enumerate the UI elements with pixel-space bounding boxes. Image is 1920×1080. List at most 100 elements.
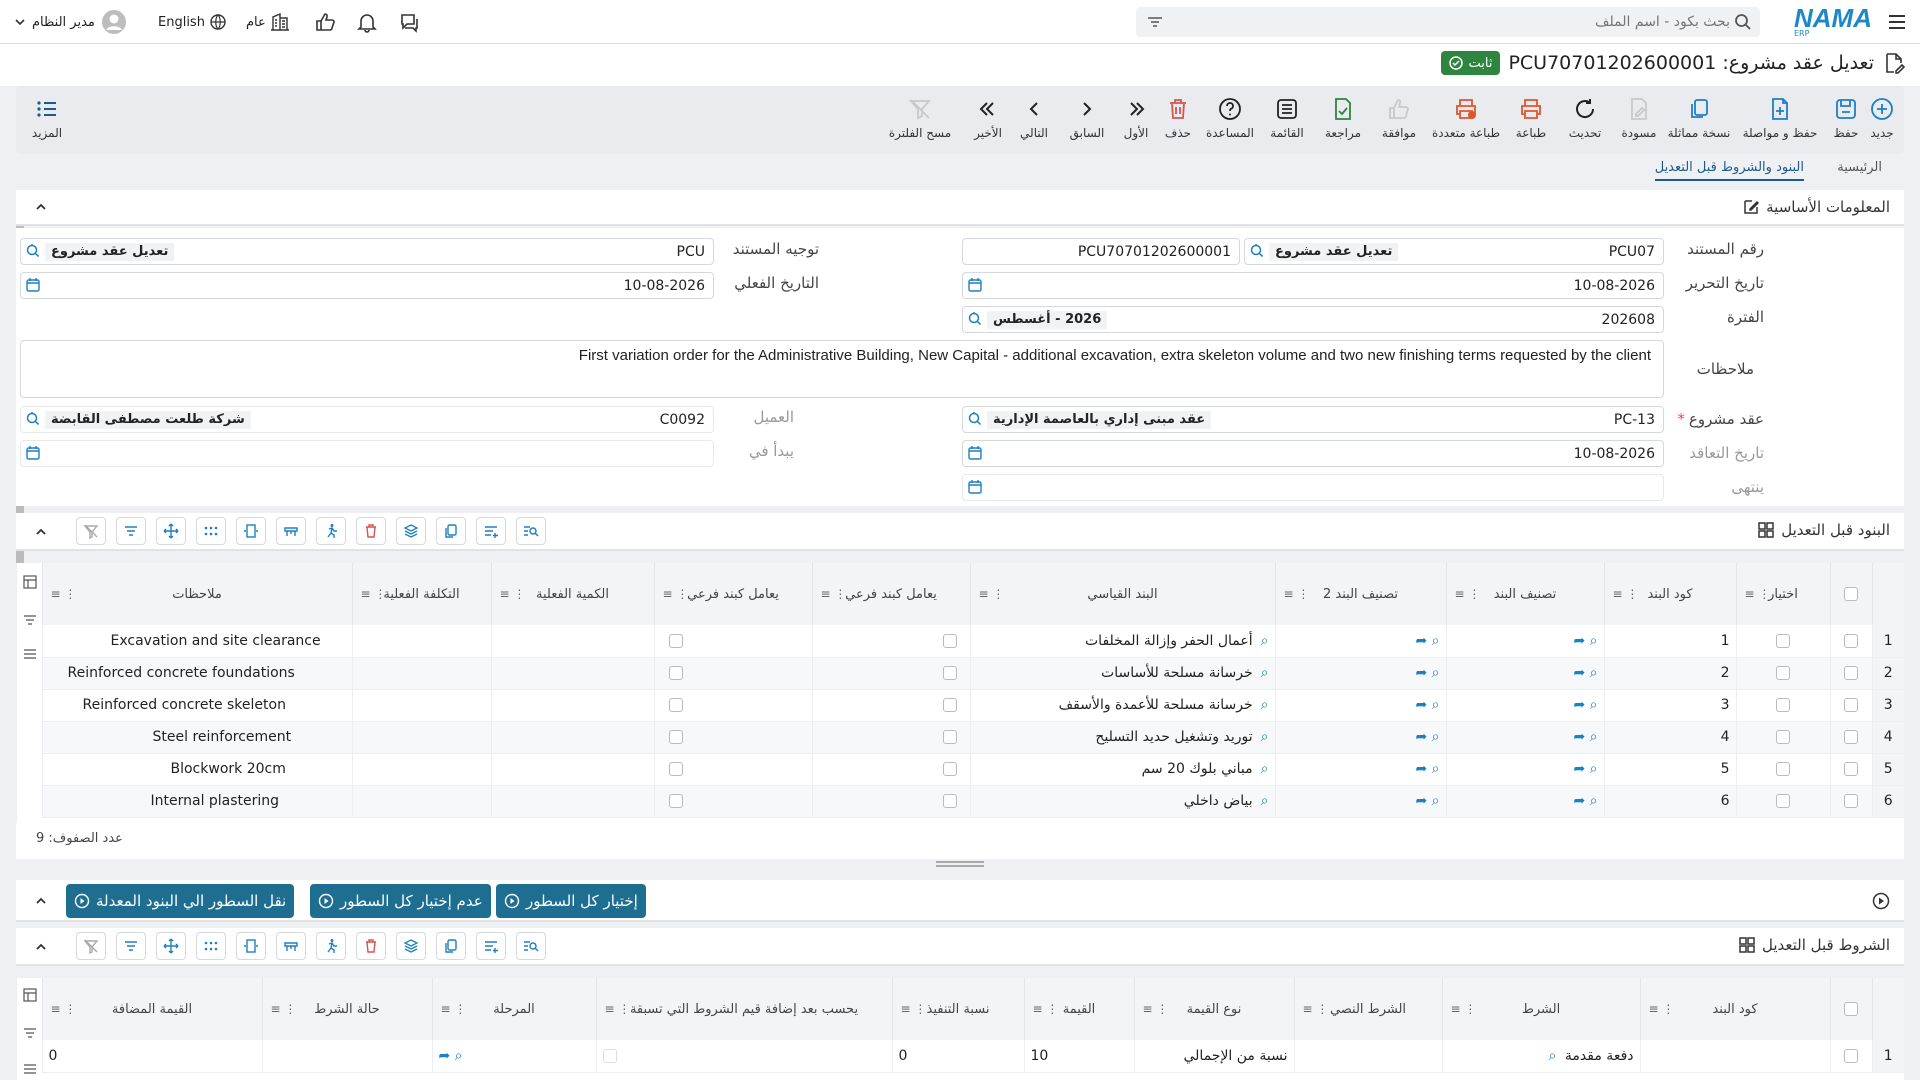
value-cell[interactable]: 10 (1023, 1040, 1134, 1073)
chat-icon[interactable] (398, 0, 420, 44)
item-code-cell[interactable]: 1 (1603, 625, 1736, 658)
select-cell[interactable] (1735, 753, 1830, 786)
row-checkbox-cell[interactable] (1829, 721, 1872, 754)
runner-icon[interactable] (316, 932, 346, 960)
col-condition[interactable]: الشرط ⋮ ≡ (1441, 978, 1640, 1040)
item-code-cell[interactable] (1639, 1040, 1830, 1073)
tool-help[interactable]: المساعدة (1200, 96, 1260, 140)
contract-date-field[interactable]: 10-08-2026 (962, 440, 1664, 467)
actual-cost-cell[interactable] (351, 753, 491, 786)
condition-status-cell[interactable] (261, 1040, 432, 1073)
standard-item-cell[interactable]: ⌕أعمال الحفر وإزالة المخلفات (969, 625, 1275, 658)
column-menu-icon[interactable]: ⋮ ≡ (51, 587, 77, 601)
language-selector[interactable]: English (158, 0, 227, 44)
move-icon[interactable] (156, 932, 186, 960)
table-row[interactable]: 3 3 ⌕ ➦ ⌕ ➦ ⌕خرسانة مسلحة للأعمدة والأسق… (41, 689, 1904, 722)
calc-after-checkbox[interactable] (602, 1048, 617, 1063)
sub-item-checkbox[interactable] (942, 730, 957, 744)
lookup-link-icons[interactable]: ⌕ ➦ (1573, 665, 1597, 681)
dots-grid-icon[interactable] (196, 517, 226, 545)
select-cell[interactable] (1735, 721, 1830, 754)
client-field[interactable]: C0092 شركة طلعت مصطفى القابضة (20, 406, 714, 433)
item-class-2-cell[interactable]: ⌕ ➦ (1274, 689, 1446, 722)
sub-item-checkbox[interactable] (942, 794, 957, 808)
move-icon[interactable] (156, 517, 186, 545)
resize-handle[interactable] (936, 861, 984, 867)
column-menu-icon[interactable]: ⋮ ≡ (605, 1002, 631, 1016)
tool-last[interactable]: الأخير (968, 96, 1008, 140)
column-menu-icon[interactable]: ⋮ ≡ (271, 1002, 297, 1016)
play-circle-icon[interactable] (1872, 892, 1890, 910)
col-select[interactable]: اختيار ⋮ ≡ (1735, 563, 1830, 625)
execution-ratio-cell[interactable]: 0 (891, 1040, 1024, 1073)
col-sub-item-2[interactable]: يعامل كبند فرعي ⋮ ≡ (653, 563, 812, 625)
columns-icon[interactable] (23, 575, 37, 589)
standard-item-cell[interactable]: ⌕بياض داخلي (969, 785, 1275, 818)
col-notes[interactable]: ملاحظات ⋮ ≡ (41, 563, 352, 625)
lookup-link-icons[interactable]: ⌕ ➦ (1415, 665, 1439, 681)
column-menu-icon[interactable]: ⋮ ≡ (361, 587, 387, 601)
column-menu-icon[interactable]: ⋮ ≡ (441, 1002, 467, 1016)
table-row[interactable]: 4 4 ⌕ ➦ ⌕ ➦ ⌕توريد وتشغيل حديد التسليح S… (41, 721, 1904, 754)
edit-date-field[interactable]: 10-08-2026 (962, 272, 1664, 299)
row-checkbox[interactable] (1844, 730, 1858, 744)
sub-item-checkbox[interactable] (942, 698, 957, 712)
col-text-condition[interactable]: الشرط النصي ⋮ ≡ (1293, 978, 1442, 1040)
lookup-link-icons[interactable]: ⌕ ➦ (1573, 761, 1597, 777)
actual-qty-cell[interactable] (490, 721, 654, 754)
calc-after-cell[interactable] (595, 1040, 892, 1073)
delete-icon[interactable] (356, 517, 386, 545)
lookup-link-icons[interactable]: ⌕ ➦ (1573, 729, 1597, 745)
tab-items-terms[interactable]: البنود والشروط قبل التعديل (1654, 160, 1804, 181)
sub-item-1-cell[interactable] (811, 625, 970, 658)
tool-first[interactable]: الأول (1116, 96, 1156, 140)
select-cell[interactable] (1735, 657, 1830, 690)
column-menu-icon[interactable]: ⋮ ≡ (1033, 1002, 1059, 1016)
col-item-class[interactable]: تصنيف البند ⋮ ≡ (1445, 563, 1604, 625)
item-class-cell[interactable]: ⌕ ➦ (1445, 785, 1604, 818)
tool-save-continue[interactable]: حفظ و مواصلة (1736, 96, 1824, 140)
notes-cell[interactable]: Reinforced concrete foundations (41, 657, 352, 690)
tool-multi-print[interactable]: طباعة متعددة (1426, 96, 1506, 140)
doc-number-field[interactable]: PCU70701202600001 (962, 238, 1240, 265)
layers-icon[interactable] (396, 932, 426, 960)
search-input[interactable] (1194, 8, 1734, 36)
sub-item-checkbox[interactable] (942, 762, 957, 776)
period-field[interactable]: 202608 2026 - أغسطس (962, 306, 1664, 333)
select-cell[interactable] (1735, 625, 1830, 658)
column-menu-icon[interactable]: ⋮ ≡ (901, 1002, 927, 1016)
bell-icon[interactable] (356, 0, 378, 44)
filter-icon[interactable] (116, 932, 146, 960)
list-add-icon[interactable] (476, 517, 506, 545)
menu-lines-icon[interactable] (23, 1062, 37, 1076)
col-actual-qty[interactable]: الكمية الفعلية ⋮ ≡ (490, 563, 654, 625)
scope-selector[interactable]: عام (246, 0, 290, 44)
select-checkbox[interactable] (1776, 633, 1790, 648)
col-phase[interactable]: المرحلة ⋮ ≡ (431, 978, 596, 1040)
col-value-type[interactable]: نوع القيمة ⋮ ≡ (1133, 978, 1294, 1040)
search-icon[interactable] (1734, 13, 1752, 31)
notes-textarea[interactable]: First variation order for the Administra… (20, 340, 1664, 398)
doc-number-series-field[interactable]: PCU07 تعديل عقد مشروع (1244, 238, 1664, 265)
row-checkbox-cell[interactable] (1829, 689, 1872, 722)
calendar-icon[interactable] (967, 277, 983, 293)
end-date-field[interactable] (962, 474, 1664, 501)
item-class-cell[interactable]: ⌕ ➦ (1445, 753, 1604, 786)
actual-qty-cell[interactable] (490, 625, 654, 658)
tool-draft[interactable]: مسودة (1614, 96, 1664, 140)
lookup-icon[interactable]: ⌕ (1261, 697, 1269, 713)
col-item-code[interactable]: كود البند ⋮ ≡ (1639, 978, 1830, 1040)
select-cell[interactable] (1735, 689, 1830, 722)
row-checkbox[interactable] (1844, 633, 1858, 648)
list-add-icon[interactable] (476, 932, 506, 960)
item-code-cell[interactable]: 2 (1603, 657, 1736, 690)
lookup-icon[interactable]: ⌕ (1549, 1048, 1557, 1064)
notes-cell[interactable]: Reinforced concrete skeleton (41, 689, 352, 722)
column-menu-icon[interactable]: ⋮ ≡ (1649, 1002, 1675, 1016)
search-list-icon[interactable] (516, 517, 546, 545)
condition-cell[interactable]: دفعة مقدمة ⌕ (1441, 1040, 1640, 1073)
filter-icon[interactable] (23, 613, 37, 627)
actual-date-field[interactable]: 10-08-2026 (20, 272, 714, 299)
row-checkbox[interactable] (1844, 1048, 1858, 1063)
lookup-icon[interactable]: ⌕ (1261, 633, 1269, 649)
